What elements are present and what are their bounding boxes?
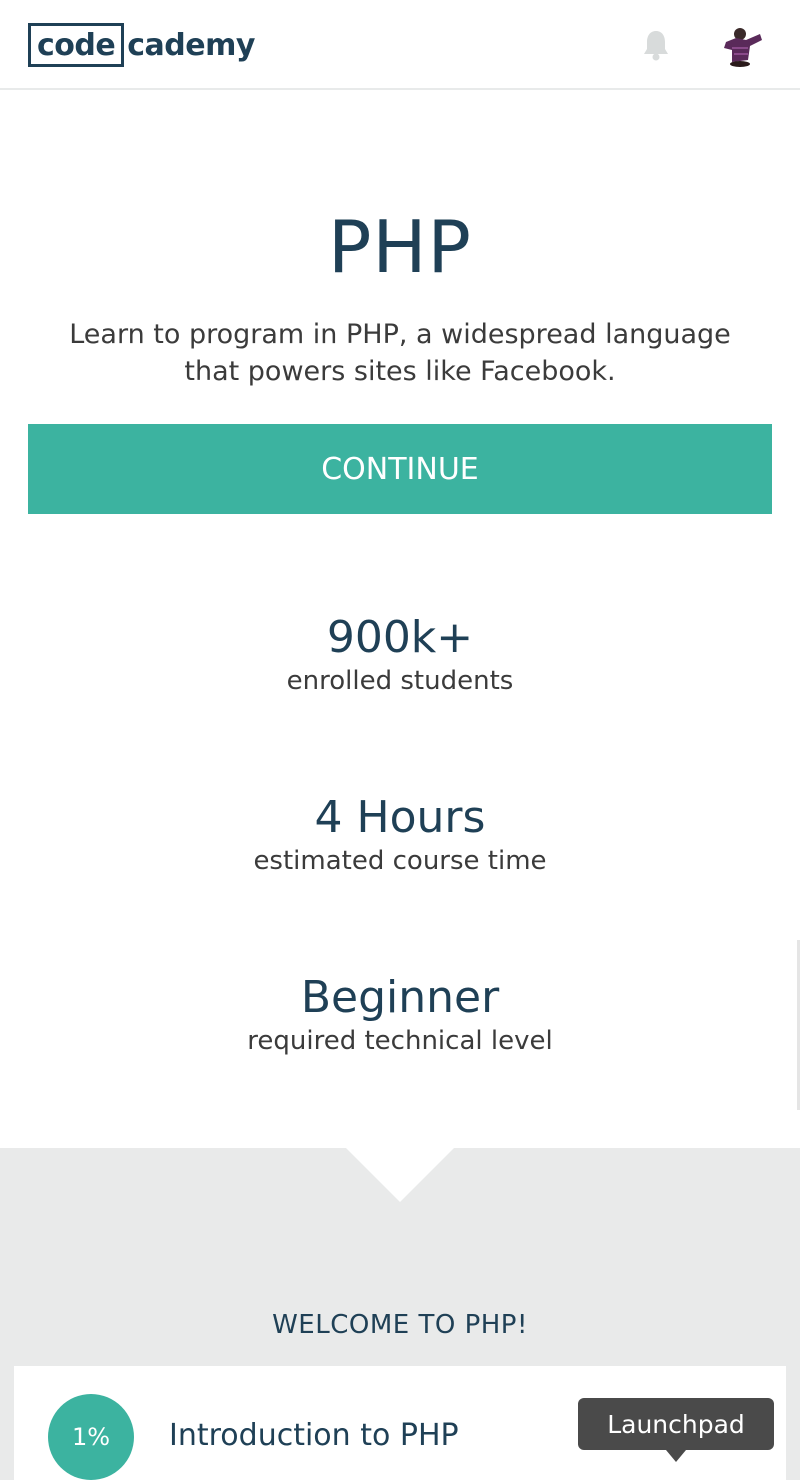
stat-enrolled: 900k+ enrolled students — [0, 612, 800, 698]
stat-label: estimated course time — [253, 846, 547, 876]
stat-course-time: 4 Hours estimated course time — [0, 792, 800, 878]
stat-value: 4 Hours — [314, 792, 486, 843]
course-title: PHP — [328, 205, 472, 289]
user-avatar[interactable] — [718, 22, 766, 70]
logo-boxed-text: code — [28, 23, 125, 67]
logo-text: cademy — [127, 27, 255, 63]
tooltip-arrow — [666, 1450, 686, 1462]
progress-badge: 1% — [48, 1394, 134, 1480]
codecademy-logo[interactable]: code cademy — [28, 23, 255, 67]
launchpad-tooltip[interactable]: Launchpad — [578, 1398, 774, 1450]
syllabus-heading: WELCOME TO PHP! — [272, 1310, 528, 1340]
bell-icon[interactable] — [640, 28, 672, 62]
course-description: Learn to program in PHP, a widespread la… — [69, 319, 731, 387]
top-header: code cademy — [0, 0, 800, 90]
stat-value: 900k+ — [326, 612, 474, 663]
section-notch — [344, 1146, 456, 1202]
stat-label: required technical level — [247, 1026, 553, 1056]
lesson-title: Introduction to PHP — [169, 1418, 459, 1453]
continue-button[interactable]: CONTINUE — [28, 424, 772, 514]
stat-value: Beginner — [300, 972, 500, 1023]
stat-label: enrolled students — [286, 666, 514, 696]
stat-level: Beginner required technical level — [0, 972, 800, 1058]
